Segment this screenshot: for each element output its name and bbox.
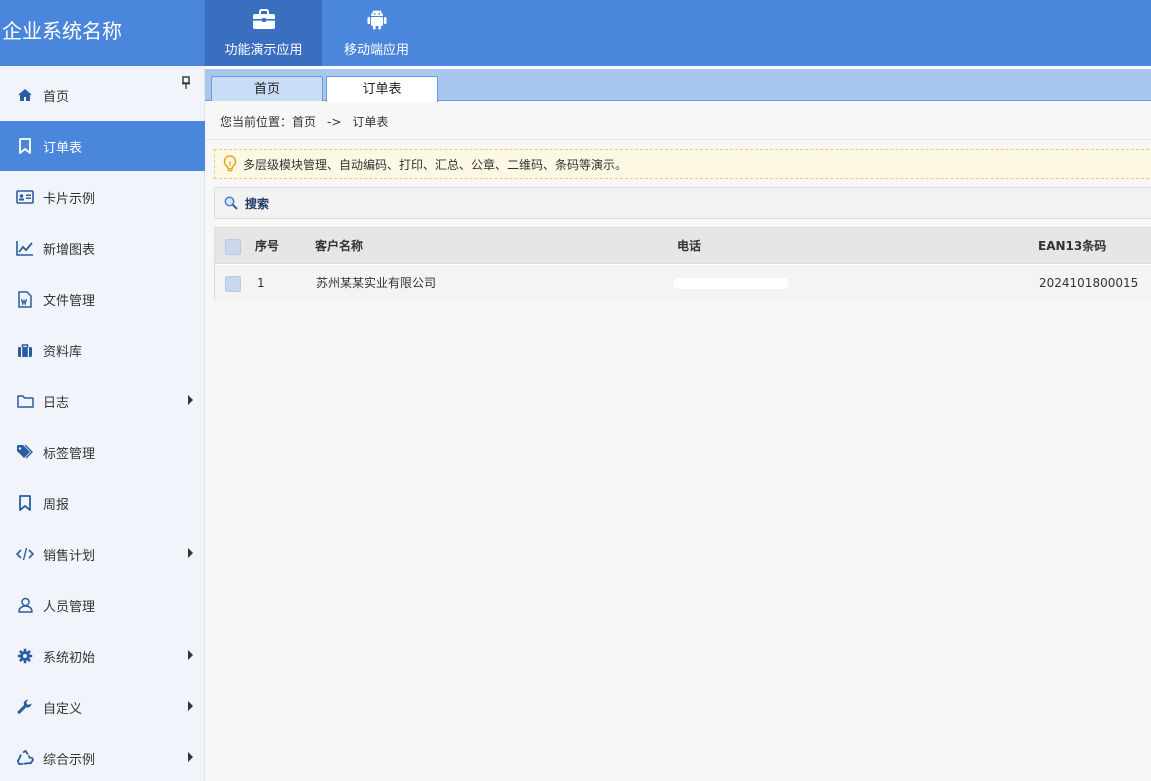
- app-tab-label: 功能演示应用: [224, 43, 303, 58]
- gear-icon: [16, 647, 34, 665]
- chevron-right-icon: [188, 548, 193, 558]
- sidebar-item-cards[interactable]: 卡片示例: [0, 172, 205, 222]
- id-card-icon: [16, 188, 34, 206]
- chevron-right-icon: [188, 752, 193, 762]
- notice-banner: 多层级模块管理、自动编码、打印、汇总、公章、二维码、条码等演示。: [214, 149, 1151, 179]
- sidebar-item-custom[interactable]: 自定义: [0, 682, 205, 732]
- sidebar-item-label: 日志: [43, 395, 70, 411]
- suitcase-icon: [16, 341, 34, 359]
- sidebar-item-examples[interactable]: 综合示例: [0, 733, 205, 781]
- tab-orders[interactable]: 订单表: [326, 76, 438, 102]
- word-file-icon: [16, 290, 34, 308]
- folder-icon: [16, 392, 34, 410]
- line-chart-icon: [16, 239, 34, 257]
- breadcrumb-current: 订单表: [352, 115, 389, 129]
- select-all-checkbox[interactable]: [225, 239, 241, 255]
- table-row[interactable]: 1 苏州某某实业有限公司 2024101800015: [215, 265, 1151, 301]
- app-tab-mobile[interactable]: 移动端应用: [318, 0, 435, 66]
- search-label: 搜索: [245, 196, 270, 211]
- bookmark-icon: [16, 137, 34, 155]
- notice-text: 多层级模块管理、自动编码、打印、汇总、公章、二维码、条码等演示。: [243, 157, 628, 172]
- row-checkbox[interactable]: [225, 276, 241, 292]
- sidebar-item-label: 订单表: [43, 140, 83, 156]
- sidebar-item-personnel[interactable]: 人员管理: [0, 580, 205, 630]
- recycle-icon: [16, 749, 34, 767]
- search-icon: [224, 196, 238, 210]
- sidebar-item-label: 综合示例: [43, 752, 96, 768]
- search-toggle[interactable]: 搜索: [214, 187, 1151, 219]
- breadcrumb-prefix: 您当前位置：: [220, 115, 293, 129]
- sidebar-item-library[interactable]: 资料库: [0, 325, 205, 375]
- lightbulb-icon: [223, 155, 237, 173]
- cell-ean13: 2024101800015: [1039, 276, 1139, 290]
- sidebar-item-label: 资料库: [43, 344, 83, 360]
- wrench-icon: [16, 698, 34, 716]
- chevron-right-icon: [188, 395, 193, 405]
- sidebar-item-logs[interactable]: 日志: [0, 376, 205, 426]
- sidebar-item-label: 周报: [43, 497, 70, 513]
- sidebar-item-label: 首页: [43, 89, 70, 105]
- sidebar-item-label: 系统初始: [43, 650, 96, 666]
- column-header-customer[interactable]: 客户名称: [315, 228, 363, 264]
- breadcrumb-home[interactable]: 首页: [292, 115, 316, 129]
- table-header: 序号 客户名称 电话 EAN13条码: [215, 228, 1151, 264]
- breadcrumb-separator: ->: [327, 115, 342, 129]
- sidebar-item-files[interactable]: 文件管理: [0, 274, 205, 324]
- column-header-no[interactable]: 序号: [255, 228, 279, 264]
- bookmark-icon: [16, 494, 34, 512]
- breadcrumb: 您当前位置：首页 -> 订单表: [205, 102, 1151, 140]
- tab-home[interactable]: 首页: [211, 76, 323, 101]
- cell-customer: 苏州某某实业有限公司: [316, 276, 437, 290]
- android-icon: [318, 8, 435, 30]
- page-tab-bar: 首页 订单表: [205, 69, 1151, 102]
- sidebar: 首页 订单表 卡片示例 新增图表 文件管理 资料库 日志 标签管理 周报 销售计…: [0, 66, 205, 781]
- column-header-ean13[interactable]: EAN13条码: [1038, 228, 1106, 264]
- sidebar-item-label: 新增图表: [43, 242, 96, 258]
- code-icon: [16, 545, 34, 563]
- brand-title: 企业系统名称: [2, 19, 122, 43]
- chevron-right-icon: [188, 701, 193, 711]
- top-bar: 企业系统名称 功能演示应用 移动端应用: [0, 0, 1151, 66]
- app-tab-demo[interactable]: 功能演示应用: [205, 0, 322, 66]
- sidebar-item-sales-plan[interactable]: 销售计划: [0, 529, 205, 579]
- column-header-phone[interactable]: 电话: [677, 228, 701, 264]
- sidebar-item-charts[interactable]: 新增图表: [0, 223, 205, 273]
- sidebar-item-label: 卡片示例: [43, 191, 96, 207]
- chevron-right-icon: [188, 650, 193, 660]
- sidebar-item-label: 标签管理: [43, 446, 96, 462]
- tags-icon: [16, 443, 34, 461]
- sidebar-item-orders[interactable]: 订单表: [0, 121, 205, 171]
- orders-table: 序号 客户名称 电话 EAN13条码 1 苏州某某实业有限公司 20241018…: [214, 227, 1151, 301]
- sidebar-item-home[interactable]: 首页: [0, 70, 205, 120]
- home-icon: [16, 86, 34, 104]
- cell-phone-redacted: [673, 278, 789, 289]
- sidebar-item-system-init[interactable]: 系统初始: [0, 631, 205, 681]
- sidebar-item-label: 销售计划: [43, 548, 96, 564]
- sidebar-item-label: 人员管理: [43, 599, 96, 615]
- cell-no: 1: [257, 276, 265, 290]
- sidebar-item-label: 文件管理: [43, 293, 96, 309]
- user-icon: [16, 596, 34, 614]
- app-tab-label: 移动端应用: [343, 43, 409, 58]
- sidebar-item-label: 自定义: [43, 701, 83, 717]
- briefcase-icon: [205, 8, 322, 30]
- sidebar-item-weekly[interactable]: 周报: [0, 478, 205, 528]
- sidebar-item-tags[interactable]: 标签管理: [0, 427, 205, 477]
